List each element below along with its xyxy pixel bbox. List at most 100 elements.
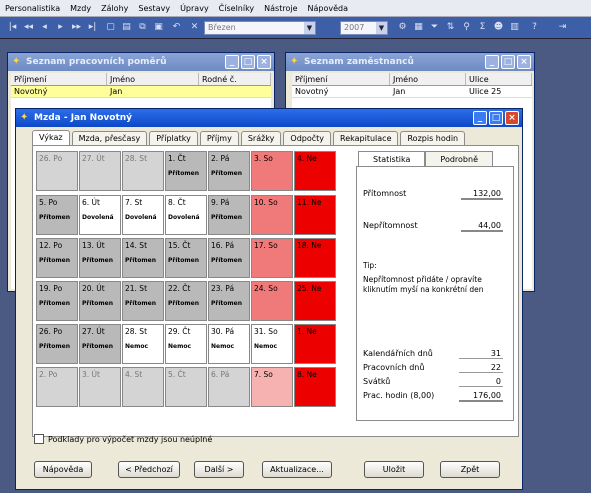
calendar-day[interactable]: 18. Ne [294, 238, 336, 278]
exit-icon[interactable]: ⇥ [556, 21, 569, 34]
calendar-day[interactable]: 22. Čt Přítomen [165, 281, 207, 321]
prev-button[interactable]: < Předchozí [118, 461, 180, 478]
menu-nastroje[interactable]: Nástroje [259, 4, 302, 13]
print-icon[interactable]: ▥ [508, 21, 521, 34]
next-button[interactable]: Další > [194, 461, 244, 478]
menu-sestavy[interactable]: Sestavy [133, 4, 175, 13]
calendar-day[interactable]: 24. So [251, 281, 293, 321]
minimize-button[interactable]: _ [485, 55, 499, 69]
sum-icon[interactable]: Σ [476, 21, 489, 34]
save-icon[interactable]: ▣ [152, 21, 165, 34]
calendar-day[interactable]: 4. St [122, 367, 164, 407]
col-ulice[interactable]: Ulice [466, 73, 532, 85]
calendar-day[interactable]: 5. Po Přítomen [36, 195, 78, 235]
calc-icon[interactable]: ⚙ [396, 21, 409, 34]
month-combo[interactable]: Březen ▼ [204, 21, 316, 35]
calendar-day[interactable]: 25. Ne [294, 281, 336, 321]
first-record-icon[interactable]: |◂ [6, 21, 19, 34]
calendar-day[interactable]: 8. Čt Dovolená [165, 195, 207, 235]
incomplete-checkbox[interactable] [34, 434, 44, 444]
tab-podrobne[interactable]: Podrobně [425, 151, 493, 167]
prev-icon[interactable]: ◂ [38, 21, 51, 34]
update-button[interactable]: Aktualizace... [262, 461, 332, 478]
calendar-day[interactable]: 21. St Přítomen [122, 281, 164, 321]
maximize-button[interactable]: □ [489, 111, 503, 125]
minimize-button[interactable]: _ [473, 111, 487, 125]
table-row[interactable]: Novotný Jan [11, 86, 271, 98]
next-icon[interactable]: ▸ [54, 21, 67, 34]
new-icon[interactable]: ▢ [104, 21, 117, 34]
copy-icon[interactable]: ⧉ [136, 21, 149, 34]
calendar-day[interactable]: 30. Pá Nemoc [208, 324, 250, 364]
calendar-day[interactable]: 16. Pá Přítomen [208, 238, 250, 278]
calendar-day[interactable]: 28. St [122, 151, 164, 191]
calendar-day[interactable]: 17. So [251, 238, 293, 278]
tab-prijmy[interactable]: Příjmy [199, 131, 239, 146]
minimize-button[interactable]: _ [225, 55, 239, 69]
calendar-day[interactable]: 7. St Dovolená [122, 195, 164, 235]
maximize-button[interactable]: □ [241, 55, 255, 69]
calendar-day[interactable]: 13. Út Přítomen [79, 238, 121, 278]
calendar-day[interactable]: 1. Čt Přítomen [165, 151, 207, 191]
last-record-icon[interactable]: ▸| [86, 21, 99, 34]
calendar-day[interactable]: 6. Pá [208, 367, 250, 407]
tab-priplatky[interactable]: Příplatky [149, 131, 198, 146]
calendar-day[interactable]: 8. Ne [294, 367, 336, 407]
calendar-day[interactable]: 2. Pá Přítomen [208, 151, 250, 191]
col-prijmeni[interactable]: Příjmení [11, 73, 107, 85]
maximize-button[interactable]: □ [501, 55, 515, 69]
close-button[interactable]: × [257, 55, 271, 69]
calendar-day[interactable]: 26. Po Přítomen [36, 324, 78, 364]
calendar-day[interactable]: 2. Po [36, 367, 78, 407]
calendar-day[interactable]: 9. Pá Přítomen [208, 195, 250, 235]
col-rodne-cislo[interactable]: Rodné č. [199, 73, 271, 85]
calendar-day[interactable]: 20. Út Přítomen [79, 281, 121, 321]
calendar-day[interactable]: 31. So Nemoc [251, 324, 293, 364]
calendar-day[interactable]: 12. Po Přítomen [36, 238, 78, 278]
calendar-day[interactable]: 3. Út [79, 367, 121, 407]
grid-icon[interactable]: ▦ [412, 21, 425, 34]
col-prijmeni[interactable]: Příjmení [292, 73, 390, 85]
calendar-day[interactable]: 7. So [251, 367, 293, 407]
col-jmeno[interactable]: Jméno [107, 73, 199, 85]
incomplete-checkbox-row[interactable]: Podklady pro výpočet mzdy jsou neúplné [34, 434, 212, 444]
calendar-day[interactable]: 26. Po [36, 151, 78, 191]
help-icon[interactable]: ? [528, 21, 541, 34]
back-button[interactable]: Zpět [440, 461, 500, 478]
undo-icon[interactable]: ↶ [170, 21, 183, 34]
menu-napoveda[interactable]: Nápověda [303, 4, 354, 13]
calendar-day[interactable]: 27. Út Přítomen [79, 324, 121, 364]
menu-upravy[interactable]: Úpravy [175, 4, 214, 13]
close-button[interactable]: × [505, 111, 519, 125]
calendar-day[interactable]: 14. St Přítomen [122, 238, 164, 278]
prev-record-icon[interactable]: ◂◂ [22, 21, 35, 34]
next-record-icon[interactable]: ▸▸ [70, 21, 83, 34]
calendar-day[interactable]: 6. Út Dovolená [79, 195, 121, 235]
menu-ciselniky[interactable]: Číselníky [214, 4, 260, 13]
save-button[interactable]: Uložit [364, 461, 424, 478]
tab-rozpis-hodin[interactable]: Rozpis hodin [400, 131, 466, 146]
menu-personalistika[interactable]: Personalistika [0, 4, 65, 13]
calendar-day[interactable]: 15. Čt Přítomen [165, 238, 207, 278]
table-row[interactable]: Novotný Jan Ulice 25 [292, 86, 532, 98]
delete-icon[interactable]: ✕ [188, 21, 201, 34]
tab-odpocty[interactable]: Odpočty [283, 131, 332, 146]
calendar-day[interactable]: 4. Ne [294, 151, 336, 191]
calendar-day[interactable]: 10. So [251, 195, 293, 235]
filter-icon[interactable]: ⏷ [428, 21, 441, 34]
calendar-day[interactable]: 29. Čt Nemoc [165, 324, 207, 364]
calendar-day[interactable]: 23. Pá Přítomen [208, 281, 250, 321]
calendar-day[interactable]: 11. Ne [294, 195, 336, 235]
tab-srazky[interactable]: Srážky [240, 131, 282, 146]
calendar-day[interactable]: 1. Ne [294, 324, 336, 364]
help-button[interactable]: Nápověda [34, 461, 92, 478]
calendar-day[interactable]: 27. Út [79, 151, 121, 191]
calendar-day[interactable]: 3. So [251, 151, 293, 191]
calendar-day[interactable]: 28. St Nemoc [122, 324, 164, 364]
year-combo[interactable]: 2007 ▼ [340, 21, 388, 35]
calendar-day[interactable]: 5. Čt [165, 367, 207, 407]
open-icon[interactable]: ▤ [120, 21, 133, 34]
col-jmeno[interactable]: Jméno [390, 73, 466, 85]
close-button[interactable]: × [517, 55, 531, 69]
sort-icon[interactable]: ⇅ [444, 21, 457, 34]
